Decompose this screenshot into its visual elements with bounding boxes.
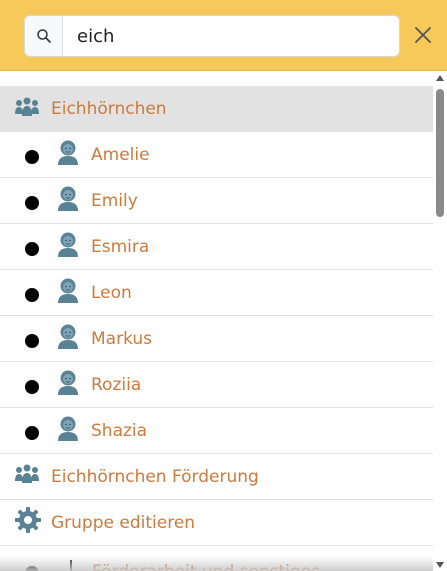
member-name: Amelie (91, 144, 150, 165)
member-name: Roziia (91, 374, 142, 395)
member-name: Markus (91, 328, 153, 349)
avatar-icon (57, 323, 79, 354)
member-item[interactable]: Roziia (0, 362, 433, 408)
scroll-thumb[interactable] (436, 89, 444, 217)
edit-group-button[interactable]: Gruppe editieren (0, 500, 433, 546)
close-icon[interactable] (410, 22, 436, 48)
group-item-eichhoernchen-foerderung[interactable]: Eichhörnchen Förderung (0, 454, 433, 500)
bullet (25, 379, 39, 394)
list-item-partial[interactable]: Förderarbeit und sonstiges (0, 546, 433, 571)
member-item[interactable]: Esmira (0, 224, 433, 270)
bullet (25, 195, 39, 210)
avatar-icon (57, 277, 79, 308)
group-icon (14, 463, 40, 490)
member-name: Emily (91, 190, 138, 211)
member-name: Esmira (91, 236, 150, 257)
search-input[interactable] (63, 17, 399, 55)
bullet (25, 241, 39, 256)
bullet (25, 149, 39, 164)
scroll-down-arrow-icon[interactable] (436, 562, 444, 568)
member-item[interactable]: Emily (0, 178, 433, 224)
scroll-up-arrow-icon[interactable] (436, 75, 444, 81)
group-icon (14, 96, 40, 123)
search-header (0, 0, 447, 71)
gear-icon (14, 506, 42, 539)
avatar-icon (57, 139, 79, 170)
bullet (25, 425, 39, 440)
avatar-icon (57, 185, 79, 216)
group-label: Eichhörnchen Förderung (51, 466, 259, 487)
member-item[interactable]: Amelie (0, 132, 433, 178)
bullet (25, 287, 39, 302)
group-list: Eichhörnchen Amelie Emily Esmira Leon Ma… (0, 72, 433, 571)
member-item[interactable]: Leon (0, 270, 433, 316)
avatar-icon (57, 369, 79, 400)
avatar-icon (57, 231, 79, 262)
bullet (25, 333, 39, 348)
member-name: Leon (91, 282, 132, 303)
member-item[interactable]: Markus (0, 316, 433, 362)
group-item-eichhoernchen[interactable]: Eichhörnchen (0, 86, 433, 132)
divider (70, 560, 72, 571)
scrollbar[interactable] (433, 72, 447, 571)
bullet (25, 566, 39, 571)
member-name: Shazia (91, 420, 148, 441)
search-box[interactable] (24, 15, 400, 57)
search-icon (25, 16, 63, 56)
edit-group-label: Gruppe editieren (51, 512, 196, 533)
partial-item-label: Förderarbeit und sonstiges (92, 562, 320, 571)
member-item[interactable]: Shazia (0, 408, 433, 454)
group-label: Eichhörnchen (51, 99, 167, 119)
avatar-icon (57, 415, 79, 446)
